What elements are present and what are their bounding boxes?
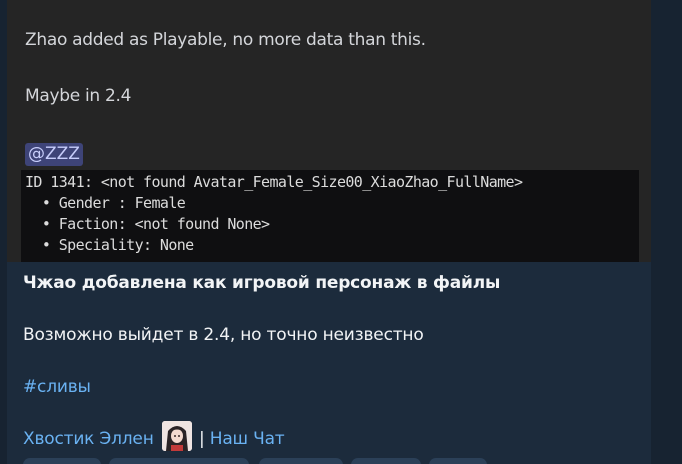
reaction-chip[interactable]	[429, 458, 487, 464]
screenshot-line-2: Maybe in 2.4	[25, 86, 132, 106]
channel-link[interactable]: Хвостик Эллен	[23, 429, 154, 449]
code-line: • Gender : Female	[25, 194, 186, 212]
screenshot-code-block: ID 1341: <not found Avatar_Female_Size00…	[21, 170, 639, 262]
code-line: • Faction: <not found None>	[25, 215, 270, 233]
reaction-chip[interactable]	[109, 458, 249, 464]
message-headline: Чжао добавлена как игровой персонаж в фа…	[23, 273, 501, 293]
footer-links: Хвостик Эллен	[23, 429, 154, 449]
footer-links-right: | Наш Чат	[199, 429, 285, 449]
code-line: ID 1341: <not found Avatar_Female_Size00…	[25, 173, 523, 191]
code-line: • Speciality: None	[25, 236, 194, 254]
reaction-chip[interactable]	[351, 458, 421, 464]
reaction-chip[interactable]	[259, 458, 343, 464]
screenshot-mention: @ZZZ	[25, 143, 83, 166]
chat-link[interactable]: Наш Чат	[210, 429, 285, 449]
hashtag-link[interactable]: #сливы	[23, 377, 91, 397]
screenshot-line-1: Zhao added as Playable, no more data tha…	[25, 30, 426, 50]
message-body: Возможно выйдет в 2.4, но точно неизвест…	[23, 325, 424, 345]
reactions-row	[23, 458, 543, 464]
attached-screenshot-image[interactable]: Zhao added as Playable, no more data tha…	[7, 0, 651, 262]
channel-avatar-emoji	[162, 421, 192, 451]
link-separator: |	[199, 429, 205, 449]
message-bubble: Zhao added as Playable, no more data tha…	[7, 0, 651, 464]
reaction-chip[interactable]	[23, 458, 101, 464]
